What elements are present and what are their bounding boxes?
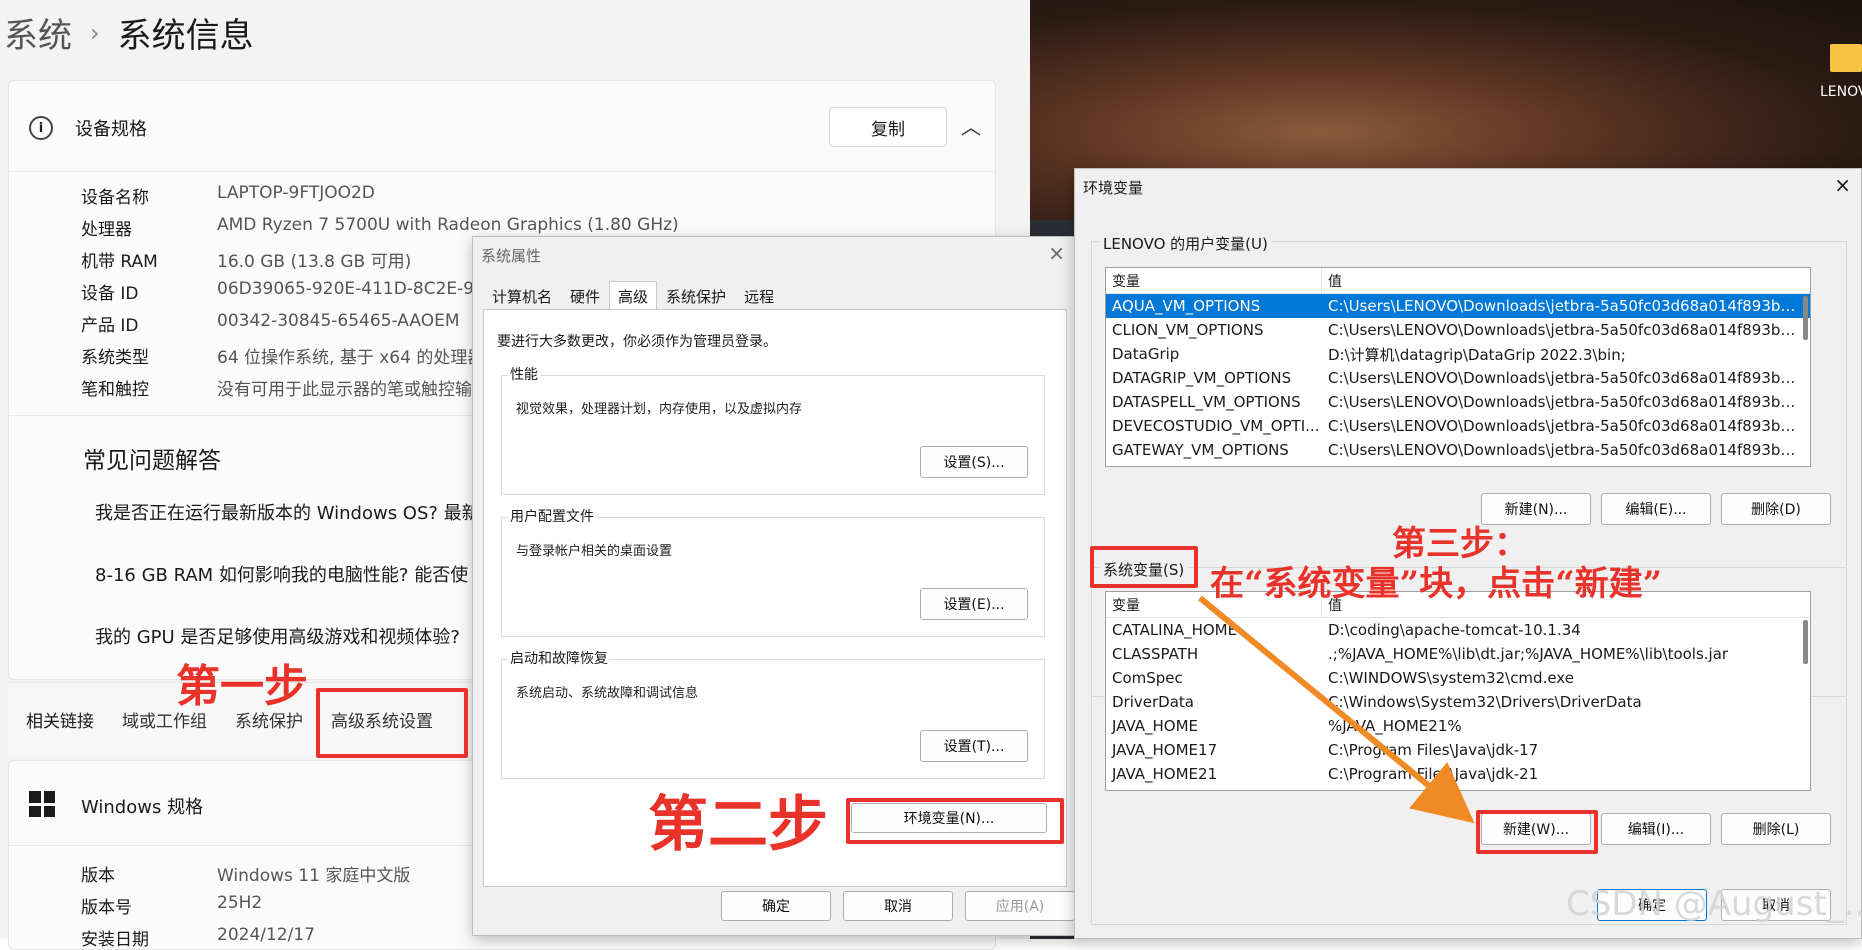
watermark: CSDN @August_...: [1566, 884, 1862, 924]
annotation-arrow: [1198, 595, 1475, 824]
